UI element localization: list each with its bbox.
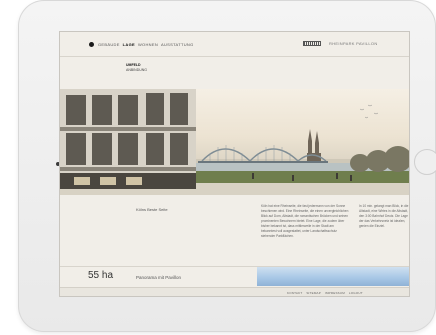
hero-illustration: [60, 89, 409, 195]
nav-item-gebaeude[interactable]: GEBÄUDE: [98, 42, 120, 47]
footer-link-sitemap[interactable]: SITEMAP: [306, 291, 321, 295]
footer-link-impressum[interactable]: IMPRESSUM: [325, 291, 345, 295]
nav-item-wohnen[interactable]: WOHNEN: [138, 42, 158, 47]
nav-item-ausstattung[interactable]: AUSSTATTUNG: [161, 42, 194, 47]
section-title: Kölns Beste Seite: [136, 207, 168, 212]
body-text-column-2: In 10 min. gelangt man Blick, in die Alt…: [359, 204, 409, 228]
brand-name[interactable]: RHEINPARK PAVILLON: [329, 41, 378, 46]
stage: GEBÄUDE LAGE WOHNEN AUSSTATTUNG RHEINPAR…: [0, 0, 436, 335]
home-button[interactable]: [414, 149, 436, 175]
stat-value: 55 ha: [88, 270, 114, 281]
footer-link-logout[interactable]: LOGOUT: [349, 291, 363, 295]
brand-logo-icon[interactable]: [303, 41, 321, 46]
panorama-thumbnail[interactable]: [257, 267, 409, 286]
sub-navigation: UMFELD ANBINDUNG: [126, 63, 147, 73]
nav-item-lage[interactable]: LAGE: [123, 42, 135, 47]
nav-bullet-icon: [89, 41, 94, 47]
tablet-screen: GEBÄUDE LAGE WOHNEN AUSSTATTUNG RHEINPAR…: [59, 31, 410, 297]
stat-label: Panorama mit Pavillon: [136, 275, 182, 280]
hero-photo: [60, 89, 409, 195]
body-text-column-1: Köln hat eine Rheinseite, die fast jeder…: [261, 204, 349, 238]
footer: KONTAKT SITEMAP IMPRESSUM LOGOUT: [60, 287, 409, 296]
footer-link-kontakt[interactable]: KONTAKT: [287, 291, 302, 295]
footer-links: KONTAKT SITEMAP IMPRESSUM LOGOUT: [287, 291, 363, 295]
subnav-item-anbindung[interactable]: ANBINDUNG: [126, 68, 147, 73]
